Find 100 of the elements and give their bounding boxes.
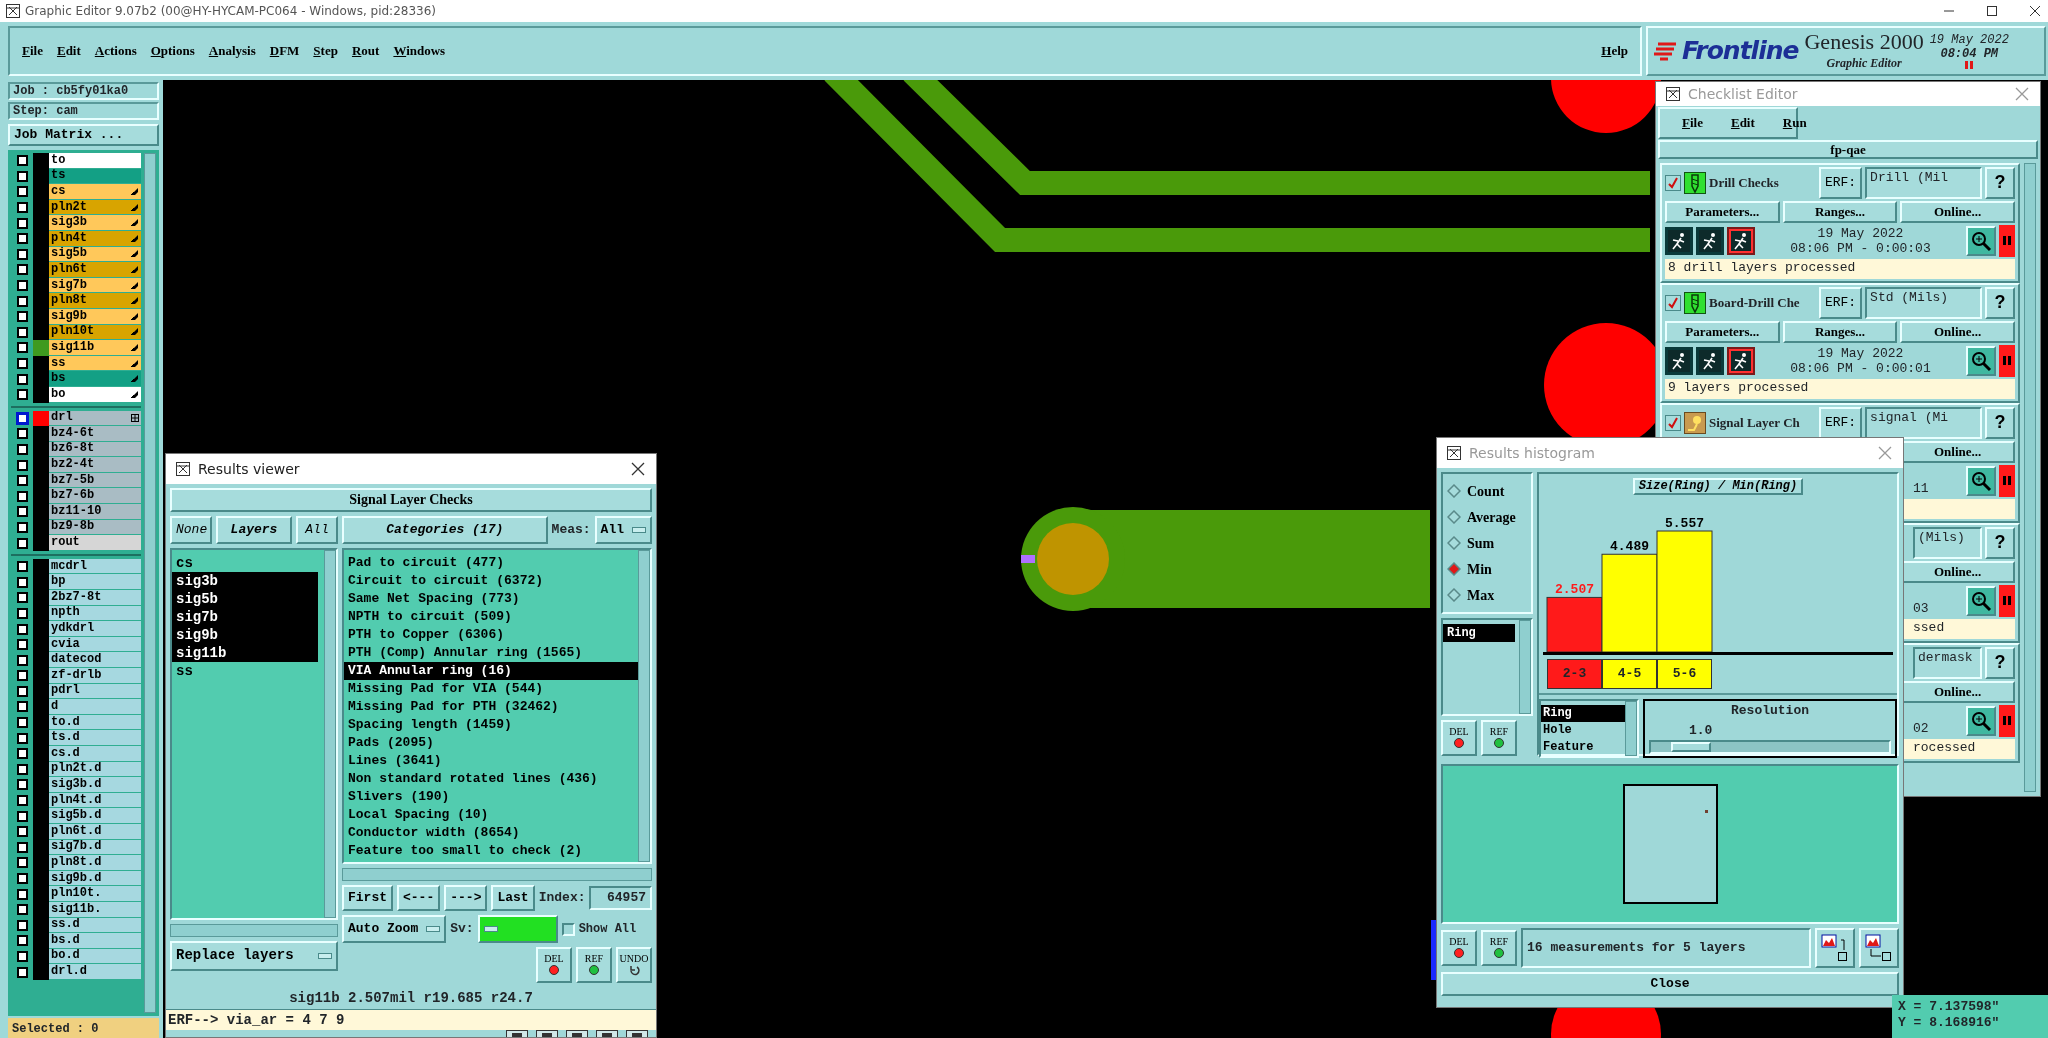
- category-item[interactable]: Local Spacing (10): [344, 806, 638, 824]
- checkbox[interactable]: [1665, 295, 1681, 311]
- layer-checkbox[interactable]: [16, 623, 28, 635]
- layer-checkbox[interactable]: [16, 311, 28, 323]
- help-button[interactable]: ?: [1985, 647, 2015, 679]
- field-item[interactable]: Ring: [1541, 705, 1625, 723]
- layer-item[interactable]: drl.d: [49, 964, 141, 980]
- layer-item[interactable]: zf-drlb: [49, 668, 141, 684]
- layer-item[interactable]: bs: [49, 371, 141, 387]
- help-menu[interactable]: Help: [1595, 39, 1634, 63]
- close-icon[interactable]: [630, 461, 646, 477]
- layer-checkbox[interactable]: [16, 670, 28, 682]
- tool-button[interactable]: DEL: [1441, 930, 1477, 966]
- toolbar-icon[interactable]: [626, 1030, 648, 1037]
- nav-button[interactable]: --->: [444, 885, 488, 911]
- menu-item[interactable]: Rout: [345, 39, 386, 63]
- layer-checkbox[interactable]: [16, 248, 28, 260]
- sv-dropdown[interactable]: [477, 915, 558, 943]
- layer-item[interactable]: drl: [49, 410, 141, 427]
- category-item[interactable]: PTH (Comp) Annular ring (1565): [344, 644, 638, 662]
- category-item[interactable]: Slivers (190): [344, 788, 638, 806]
- layer-item[interactable]: sig11b: [49, 340, 141, 356]
- layer-checkbox[interactable]: [16, 779, 28, 791]
- tool-button[interactable]: DEL: [536, 947, 572, 983]
- categories-header[interactable]: Categories (17): [342, 516, 548, 544]
- layer-item[interactable]: bz7-6b: [49, 488, 141, 505]
- layer-list-item[interactable]: sig7b: [172, 608, 318, 626]
- layer-checkbox[interactable]: [16, 412, 28, 424]
- erf-field[interactable]: Drill (Mil: [1865, 167, 1982, 199]
- layer-checkbox[interactable]: [16, 444, 28, 455]
- zoom-button[interactable]: [1966, 346, 1996, 376]
- layer-item[interactable]: d: [49, 699, 141, 715]
- layer-checkbox[interactable]: [16, 873, 28, 884]
- scrollbar[interactable]: [638, 550, 650, 862]
- menu-item[interactable]: Options: [144, 39, 201, 63]
- check-button[interactable]: Online...: [1900, 201, 2015, 223]
- layer-item[interactable]: mcdrl: [49, 558, 141, 575]
- layer-list-item[interactable]: cs: [172, 554, 318, 572]
- layer-checkbox[interactable]: [16, 607, 28, 619]
- erf-button[interactable]: ERF:: [1818, 287, 1863, 319]
- runner-icon[interactable]: [1727, 227, 1755, 255]
- zoom-button[interactable]: [1966, 706, 1996, 736]
- layer-item[interactable]: to: [49, 153, 141, 169]
- layer-checkbox[interactable]: [16, 342, 28, 354]
- scrollbar[interactable]: [1625, 701, 1637, 757]
- layer-checkbox[interactable]: [16, 506, 28, 518]
- checkbox[interactable]: [1665, 415, 1681, 431]
- layer-checkbox[interactable]: [16, 732, 28, 744]
- layer-checkbox[interactable]: [16, 202, 28, 214]
- layer-list-item[interactable]: sig5b: [172, 590, 318, 608]
- layer-checkbox[interactable]: [16, 389, 28, 401]
- category-item[interactable]: NPTH to circuit (509): [344, 608, 638, 626]
- scrollbar[interactable]: [2024, 163, 2036, 792]
- layer-checkbox[interactable]: [16, 717, 28, 729]
- zoom-button[interactable]: [1966, 226, 1996, 256]
- tool-button[interactable]: DEL: [1441, 720, 1477, 756]
- tool-button[interactable]: UNDO: [616, 947, 652, 983]
- layer-item[interactable]: sig5b.d: [49, 808, 141, 824]
- layer-item[interactable]: pln6t: [49, 262, 141, 278]
- help-button[interactable]: ?: [1985, 527, 2015, 559]
- chart-button[interactable]: [1815, 928, 1855, 968]
- layer-item[interactable]: sig3b.d: [49, 777, 141, 793]
- layer-checkbox[interactable]: [16, 888, 28, 900]
- mode-option[interactable]: Count: [1443, 478, 1531, 504]
- layer-checkbox[interactable]: [16, 810, 28, 822]
- layer-list-item[interactable]: sig3b: [172, 572, 318, 590]
- filter-button[interactable]: All: [296, 516, 338, 544]
- layer-checkbox[interactable]: [16, 763, 28, 775]
- mode-option[interactable]: Sum: [1443, 530, 1531, 556]
- layer-item[interactable]: 2bz7-8t: [49, 590, 141, 606]
- menu-item[interactable]: Actions: [88, 39, 143, 63]
- check-button[interactable]: Ranges...: [1782, 201, 1898, 223]
- slider-thumb[interactable]: [1670, 742, 1711, 753]
- tool-button[interactable]: REF: [1481, 930, 1517, 966]
- layer-item[interactable]: bz4-6t: [49, 426, 141, 442]
- layer-item[interactable]: bs.d: [49, 933, 141, 949]
- menu-item[interactable]: DFM: [263, 39, 306, 63]
- toolbar-icon[interactable]: [506, 1030, 528, 1037]
- runner-icon[interactable]: [1727, 347, 1755, 375]
- filter-button[interactable]: Layers: [216, 516, 292, 544]
- category-item[interactable]: Conductor width (8654): [344, 824, 638, 842]
- check-button[interactable]: Parameters...: [1665, 201, 1780, 223]
- erf-field[interactable]: dermask: [1913, 647, 1982, 679]
- attribute-item[interactable]: Ring: [1443, 624, 1515, 642]
- show-all-checkbox[interactable]: Show All: [561, 920, 637, 938]
- zoom-button[interactable]: [1966, 466, 1996, 496]
- layer-checkbox[interactable]: [16, 748, 28, 760]
- layer-checkbox[interactable]: [16, 490, 28, 502]
- layer-checkbox[interactable]: [16, 576, 28, 588]
- erf-field[interactable]: (Mils): [1913, 527, 1982, 559]
- help-button[interactable]: ?: [1985, 407, 2015, 439]
- category-item[interactable]: Lines (3641): [344, 752, 638, 770]
- close-button[interactable]: Close: [1441, 972, 1899, 996]
- job-matrix-button[interactable]: Job Matrix ...: [8, 124, 159, 146]
- layer-checkbox[interactable]: [16, 295, 28, 307]
- layer-checkbox[interactable]: [16, 459, 28, 471]
- layer-checkbox[interactable]: [16, 592, 28, 604]
- category-item[interactable]: PTH to Copper (6306): [344, 626, 638, 644]
- layer-item[interactable]: rout: [49, 535, 141, 551]
- layer-list-item[interactable]: ss: [172, 662, 318, 680]
